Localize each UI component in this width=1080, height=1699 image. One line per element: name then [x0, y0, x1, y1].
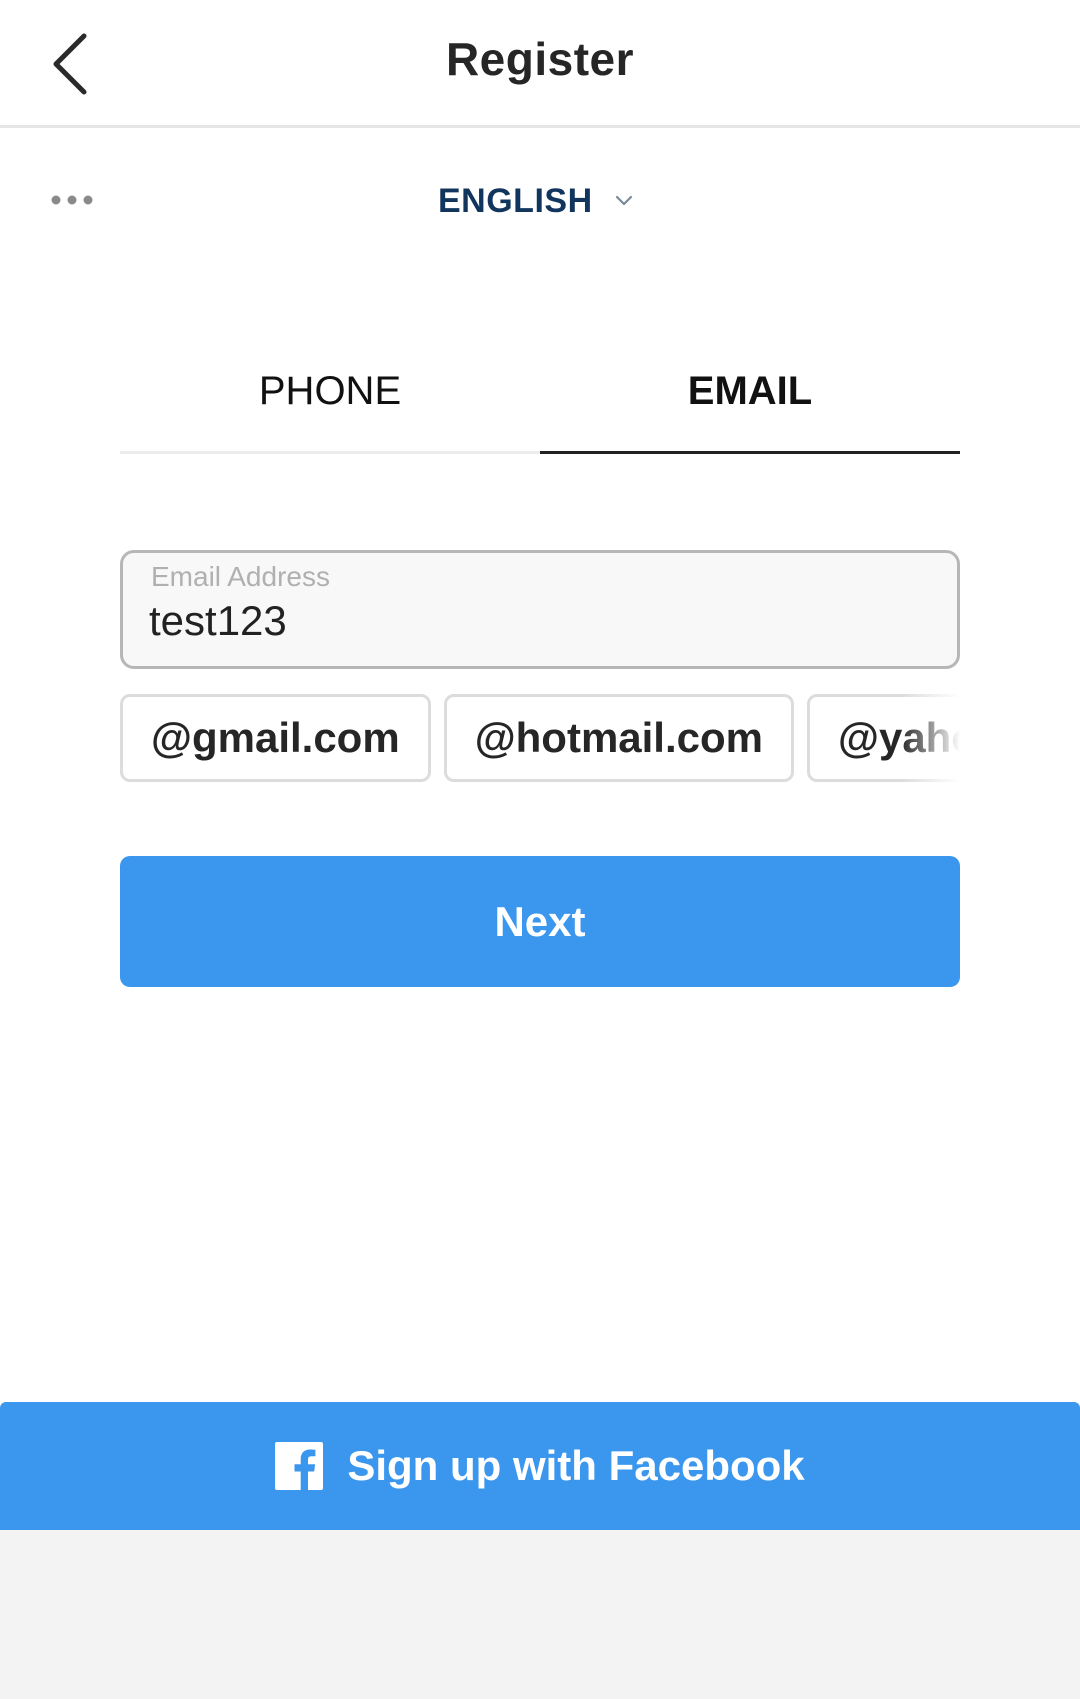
facebook-icon [275, 1442, 324, 1490]
language-selector[interactable]: ENGLISH [438, 176, 633, 226]
language-label: ENGLISH [438, 181, 593, 220]
facebook-signup-button[interactable]: Sign up with Facebook [0, 1402, 1080, 1530]
email-domain-suggestions: @gmail.com @hotmail.com @yahoo [120, 694, 960, 784]
email-input-value[interactable]: test123 [149, 597, 287, 645]
bottom-blank-area [0, 1530, 1080, 1699]
tab-email[interactable]: EMAIL [540, 340, 960, 454]
register-screen: Register ENGLISH PHONE EMAIL Email Addre… [0, 0, 1080, 1699]
next-button[interactable]: Next [120, 856, 960, 987]
chevron-down-icon [615, 195, 632, 206]
domain-chip-hotmail[interactable]: @hotmail.com [443, 694, 795, 782]
more-horizontal-icon [51, 195, 93, 205]
email-field-label: Email Address [151, 561, 330, 592]
tab-phone[interactable]: PHONE [120, 340, 540, 454]
more-options-button[interactable] [40, 180, 104, 220]
page-title: Register [445, 33, 635, 85]
domain-chip-yahoo[interactable]: @yahoo [807, 694, 960, 782]
domain-chip-gmail[interactable]: @gmail.com [120, 694, 431, 782]
facebook-signup-label: Sign up with Facebook [347, 1442, 805, 1489]
email-field[interactable]: Email Address test123 [120, 550, 960, 669]
app-header: Register [0, 0, 1080, 128]
register-method-tabs: PHONE EMAIL [120, 340, 960, 454]
